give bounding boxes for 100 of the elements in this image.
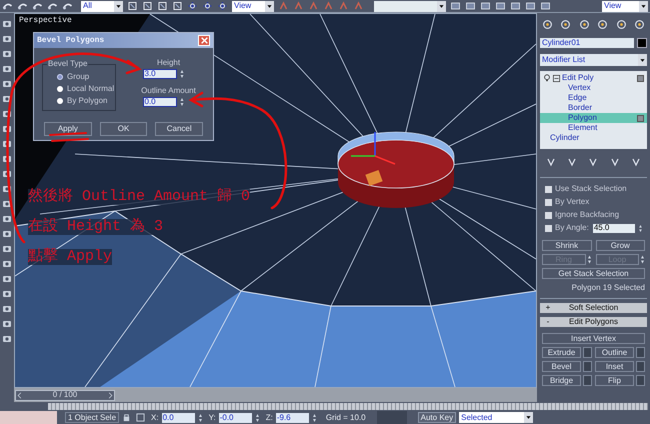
stack-item[interactable]: Cylinder [550, 134, 644, 142]
object-color-swatch[interactable] [637, 38, 647, 48]
material-icon[interactable] [525, 1, 536, 11]
edit-polygon-button[interactable]: Flip [595, 375, 634, 386]
tool-icon[interactable] [2, 19, 12, 29]
settings-button[interactable] [636, 375, 645, 386]
checkbox[interactable] [545, 224, 552, 232]
curve-editor-icon[interactable] [495, 1, 506, 11]
key-filter-dropdown[interactable]: Selected [459, 412, 534, 423]
render-icon[interactable] [540, 1, 551, 11]
rollout-header[interactable]: + Soft Selection [540, 303, 647, 313]
lock-icon[interactable] [122, 413, 132, 422]
time-slider-thumb[interactable]: 0 / 100 [15, 390, 115, 400]
pin-stack-icon[interactable] [546, 157, 556, 167]
tool-icon[interactable] [2, 49, 12, 59]
window-icon[interactable] [172, 1, 183, 11]
spinner-icon[interactable] [254, 412, 260, 422]
stack-subobject[interactable]: Border [540, 103, 647, 113]
tool-icon[interactable] [2, 34, 12, 44]
settings-button[interactable] [583, 375, 592, 386]
rotate-icon[interactable] [202, 1, 213, 11]
absolute-mode-icon[interactable] [136, 413, 146, 422]
checkbox[interactable] [545, 186, 552, 192]
edit-polygon-button[interactable]: Extrude [542, 347, 581, 358]
create-icon[interactable] [542, 18, 553, 30]
render-view-dropdown[interactable]: View [602, 0, 648, 12]
auto-key-button[interactable]: Auto Key [418, 412, 456, 423]
motion-icon[interactable] [597, 18, 608, 30]
tool-icon[interactable] [2, 244, 12, 254]
utilities-icon[interactable] [634, 18, 645, 30]
spinner-icon[interactable] [178, 97, 184, 107]
stack-subobject[interactable]: Element [540, 123, 647, 133]
spinner-icon[interactable] [638, 224, 643, 232]
modifier-list-dropdown[interactable]: Modifier List [540, 54, 647, 66]
settings-button[interactable] [636, 361, 645, 372]
coordinate-field[interactable]: -9.6 [276, 412, 309, 422]
edit-polygon-button[interactable]: Insert Vertex [542, 333, 645, 344]
spinner-icon[interactable] [178, 69, 184, 79]
named-selection-field[interactable] [374, 0, 446, 12]
selection-filter-dropdown[interactable]: All [81, 0, 123, 12]
radio-button[interactable] [57, 74, 63, 80]
angle-field[interactable]: 45.0 [592, 224, 635, 232]
checkbox[interactable] [545, 198, 552, 206]
tool-icon[interactable] [2, 289, 12, 299]
radio-button[interactable] [57, 98, 63, 104]
value-field[interactable]: 3.0 [142, 69, 176, 79]
stack-item[interactable]: Edit Poly [562, 74, 635, 82]
settings-button[interactable] [583, 347, 592, 358]
align-icon[interactable] [465, 1, 476, 11]
selection-button[interactable]: Grow [596, 240, 645, 251]
tool-icon[interactable] [2, 259, 12, 269]
dialog-button[interactable]: Cancel [155, 122, 204, 136]
remove-modifier-icon[interactable] [610, 157, 620, 167]
settings-button[interactable] [583, 361, 592, 372]
reference-coordinate-dropdown[interactable]: View [232, 0, 274, 12]
tool-icon[interactable] [2, 334, 12, 344]
show-end-result-icon[interactable] [567, 157, 578, 167]
tool-icon[interactable] [2, 214, 12, 224]
selection-button[interactable]: Shrink [542, 240, 592, 251]
viewport-label[interactable]: Perspective [19, 17, 72, 25]
select-name-icon[interactable] [142, 1, 153, 11]
schematic-icon[interactable] [510, 1, 521, 11]
make-unique-icon[interactable] [588, 157, 598, 167]
selection-button[interactable]: Get Stack Selection [542, 268, 645, 279]
object-name-field[interactable]: Cylinder01 [540, 38, 634, 48]
region-icon[interactable] [157, 1, 168, 11]
radio-button[interactable] [57, 86, 63, 92]
value-field[interactable]: 0.0 [142, 97, 176, 107]
display-icon[interactable] [616, 18, 627, 30]
configure-sets-icon[interactable] [631, 157, 642, 167]
coordinate-field[interactable]: 0.0 [162, 412, 195, 422]
edit-polygon-button[interactable]: Inset [595, 361, 634, 372]
edit-polygon-button[interactable]: Outline [595, 347, 634, 358]
layers-icon[interactable] [480, 1, 491, 11]
scale-icon[interactable] [217, 1, 228, 11]
checkbox[interactable] [545, 212, 552, 218]
coordinate-field[interactable]: -0.0 [218, 412, 252, 422]
spinner-icon[interactable] [312, 412, 317, 422]
settings-button[interactable] [636, 347, 645, 358]
collapse-icon[interactable] [553, 74, 560, 82]
stack-subobject[interactable]: Edge [540, 93, 647, 103]
close-button[interactable] [198, 35, 210, 46]
tool-icon[interactable] [2, 274, 12, 284]
tool-icon[interactable] [2, 79, 12, 89]
stack-subobject[interactable]: Polygon [540, 113, 647, 123]
tool-icon[interactable] [2, 319, 12, 329]
spinner-icon[interactable] [198, 412, 203, 422]
stack-subobject[interactable]: Vertex [540, 83, 647, 93]
dialog-button[interactable]: OK [100, 122, 148, 136]
move-icon[interactable] [187, 1, 198, 11]
rollout-header[interactable]: - Edit Polygons [540, 317, 647, 327]
edit-polygon-button[interactable]: Bridge [542, 375, 581, 386]
pointer-icon[interactable] [127, 1, 138, 11]
tool-icon[interactable] [2, 64, 12, 74]
mirror-icon[interactable] [450, 1, 461, 11]
tool-icon[interactable] [2, 304, 12, 314]
modify-icon[interactable] [560, 18, 572, 30]
edit-polygon-button[interactable]: Bevel [542, 361, 581, 372]
tool-icon[interactable] [2, 229, 12, 239]
hierarchy-icon[interactable] [578, 18, 590, 30]
